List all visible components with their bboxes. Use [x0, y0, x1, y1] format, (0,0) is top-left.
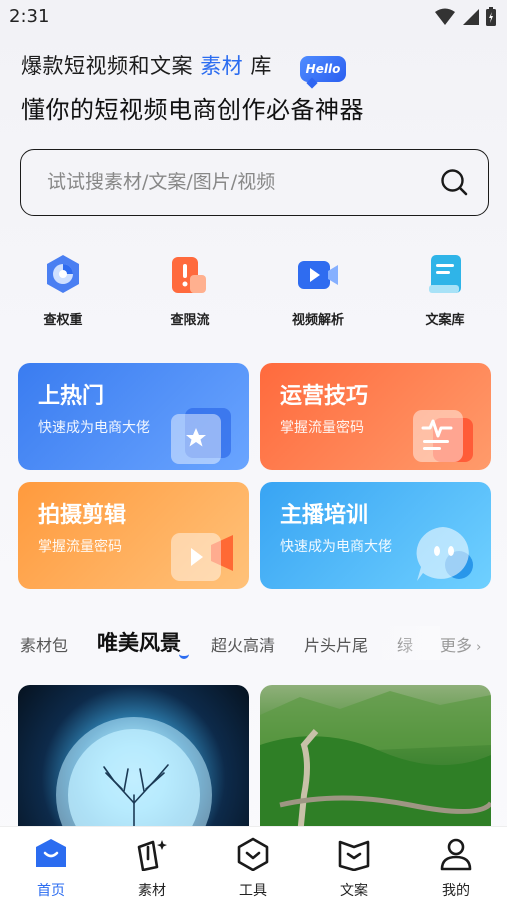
tool-video-parse[interactable]: 视频解析: [268, 253, 368, 328]
wifi-icon: [435, 8, 455, 25]
nav-label: 我的: [442, 883, 470, 899]
card-shooting-editing[interactable]: 拍摄剪辑 掌握流量密码: [18, 482, 249, 589]
bottom-navigation: 首页 素材 工具 文案 我的: [0, 826, 507, 903]
tool-check-limit[interactable]: 查限流: [140, 253, 240, 328]
hello-badge: Hello: [300, 56, 346, 82]
tool-icon: [237, 837, 269, 872]
nav-tools[interactable]: 工具: [218, 837, 288, 900]
nav-home[interactable]: 首页: [16, 837, 86, 900]
card-title: 主播培训: [280, 503, 369, 528]
card-operations[interactable]: 运营技巧 掌握流量密码: [260, 363, 491, 470]
card-subtitle: 掌握流量密码: [38, 539, 122, 555]
tool-copy-library[interactable]: 文案库: [395, 253, 495, 328]
chat-bubble-icon: [416, 527, 473, 581]
status-time: 2:31: [9, 6, 50, 27]
headline-secondary: 懂你的短视频电商创作必备神器: [21, 96, 364, 124]
video-camera-icon: [298, 261, 338, 289]
card-subtitle: 快速成为电商大佬: [280, 539, 392, 555]
card-title: 运营技巧: [280, 384, 369, 409]
tool-check-weight[interactable]: 查权重: [13, 253, 113, 328]
thumbnail-moon-tree[interactable]: [18, 685, 249, 835]
home-icon: [36, 839, 66, 867]
chevron-right-icon: ›: [472, 640, 482, 655]
tab-intro-outro[interactable]: 片头片尾: [304, 632, 368, 656]
alert-icon: [172, 257, 206, 293]
signal-icon: [463, 9, 479, 25]
more-button[interactable]: 更多 ›: [440, 632, 481, 656]
card-title: 拍摄剪辑: [38, 503, 127, 528]
video-play-icon: [171, 533, 233, 581]
nav-label: 素材: [138, 883, 166, 899]
search-icon[interactable]: [440, 168, 468, 196]
pie-chart-icon: [47, 255, 79, 293]
search-input[interactable]: [47, 150, 427, 214]
nav-label: 首页: [37, 883, 65, 899]
nav-label: 文案: [340, 883, 368, 899]
tool-shortcuts: 查权重 查限流 视频解析 文案库: [0, 253, 507, 328]
tabs-fade: [370, 626, 440, 660]
profile-icon: [440, 838, 472, 871]
card-subtitle: 掌握流量密码: [280, 420, 364, 436]
great-wall-image: [260, 691, 491, 835]
card-host-training[interactable]: 主播培训 快速成为电商大佬: [260, 482, 491, 589]
thumbnail-great-wall[interactable]: [260, 685, 491, 835]
book-icon: [429, 255, 461, 293]
material-icon: [137, 840, 167, 872]
pulse-chart-icon: [413, 410, 473, 462]
card-subtitle: 快速成为电商大佬: [38, 420, 150, 436]
nav-material[interactable]: 素材: [117, 837, 187, 900]
tool-label: 视频解析: [291, 313, 344, 328]
document-icon: [338, 840, 370, 872]
tab-material-pack[interactable]: 素材包: [20, 632, 68, 656]
battery-icon: [486, 7, 496, 26]
tool-label: 文案库: [425, 313, 465, 328]
card-title: 上热门: [38, 384, 105, 409]
tool-label: 查权重: [43, 313, 83, 328]
star-badge-icon: [171, 408, 231, 464]
card-trending[interactable]: 上热门 快速成为电商大佬: [18, 363, 249, 470]
nav-copywriting[interactable]: 文案: [319, 837, 389, 900]
nav-label: 工具: [239, 883, 267, 899]
search-bar[interactable]: [20, 149, 489, 216]
tab-hd[interactable]: 超火高清: [211, 632, 275, 656]
moon-tree-image: [56, 717, 212, 835]
headline-primary: 爆款短视频和文案 素材 库: [21, 54, 272, 78]
status-icons: [435, 7, 497, 27]
nav-profile[interactable]: 我的: [421, 837, 491, 900]
tool-label: 查限流: [170, 313, 210, 328]
status-bar: 2:31: [0, 0, 507, 34]
tab-beautiful-scenery[interactable]: 唯美风景: [97, 627, 189, 659]
